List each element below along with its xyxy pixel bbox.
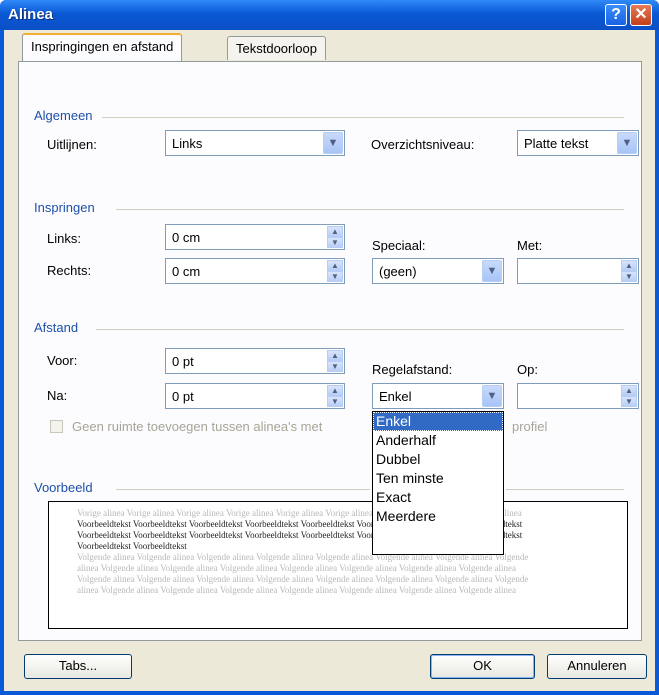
spinner-buttons[interactable]: ▲ ▼ — [621, 260, 637, 282]
na-value: 0 pt — [172, 389, 194, 404]
help-icon[interactable]: ? — [605, 4, 627, 26]
geen-ruimte-label-suffix: profiel — [512, 419, 548, 434]
preview-sample-line: Voorbeeldtekst Voorbeeldtekst Voorbeeldt… — [77, 530, 523, 540]
regelafstand-select[interactable]: Enkel ▼ — [372, 383, 504, 409]
spin-down-icon[interactable]: ▼ — [327, 237, 343, 248]
regelafstand-dropdown-list[interactable]: Enkel Anderhalf Dubbel Ten minste Exact … — [372, 411, 504, 555]
section-inspringen-heading: Inspringen — [34, 200, 95, 215]
title-bar: Alinea ? ✕ — [0, 0, 659, 30]
tabs-button[interactable]: Tabs... — [24, 654, 132, 679]
chevron-down-icon[interactable]: ▼ — [323, 132, 343, 154]
spin-up-icon[interactable]: ▲ — [327, 350, 343, 361]
spin-down-icon[interactable]: ▼ — [327, 271, 343, 282]
dropdown-option[interactable]: Anderhalf — [373, 431, 503, 450]
spin-up-icon[interactable]: ▲ — [327, 226, 343, 237]
voor-spinner[interactable]: 0 pt ▲ ▼ — [165, 348, 345, 374]
chevron-down-icon[interactable]: ▼ — [617, 132, 637, 154]
regelafstand-value: Enkel — [379, 389, 412, 404]
dialog-title: Alinea — [8, 6, 54, 23]
divider — [102, 117, 624, 118]
rechts-label: Rechts: — [47, 263, 92, 278]
speciaal-label: Speciaal: — [372, 238, 426, 253]
uitlijnen-label: Uitlijnen: — [47, 137, 97, 152]
overzichtsniveau-select[interactable]: Platte tekst ▼ — [517, 130, 639, 156]
dropdown-option[interactable]: Dubbel — [373, 450, 503, 469]
na-spinner[interactable]: 0 pt ▲ ▼ — [165, 383, 345, 409]
dialog-window: Alinea ? ✕ Inspringingen en afstand Teks… — [0, 0, 659, 695]
preview-next-paragraph: alinea Volgende alinea Volgende alinea V… — [77, 563, 517, 573]
preview-previous-paragraph: Vorige alinea Vorige alinea Vorige aline… — [77, 508, 522, 518]
spinner-buttons[interactable]: ▲ ▼ — [327, 350, 343, 372]
speciaal-select[interactable]: (geen) ▼ — [372, 258, 504, 284]
section-voorbeeld-heading: Voorbeeld — [34, 480, 93, 495]
links-value: 0 cm — [172, 230, 201, 245]
dropdown-option[interactable]: Enkel — [373, 412, 503, 431]
overzichtsniveau-value: Platte tekst — [524, 136, 589, 151]
chevron-down-icon[interactable]: ▼ — [482, 260, 502, 282]
rechts-value: 0 cm — [172, 264, 201, 279]
preview-sample-line: Voorbeeldtekst Voorbeeldtekst — [77, 541, 187, 551]
divider — [116, 209, 624, 210]
section-algemeen-heading: Algemeen — [34, 108, 93, 123]
section-afstand-heading: Afstand — [34, 320, 79, 335]
divider — [506, 489, 624, 490]
preview-next-paragraph: Volgende alinea Volgende alinea Volgende… — [77, 574, 529, 584]
close-icon[interactable]: ✕ — [630, 4, 652, 26]
op-label: Op: — [517, 362, 538, 377]
dropdown-option[interactable]: Meerdere — [373, 507, 503, 526]
regelafstand-label: Regelafstand: — [372, 362, 453, 377]
geen-ruimte-checkbox[interactable] — [50, 420, 63, 433]
na-label: Na: — [47, 388, 68, 403]
speciaal-value: (geen) — [379, 264, 417, 279]
spinner-buttons[interactable]: ▲ ▼ — [327, 226, 343, 248]
annuleren-button[interactable]: Annuleren — [547, 654, 647, 679]
voorbeeld-preview: Vorige alinea Vorige alinea Vorige aline… — [48, 501, 628, 629]
dropdown-option[interactable]: Exact — [373, 488, 503, 507]
spin-down-icon[interactable]: ▼ — [327, 361, 343, 372]
uitlijnen-value: Links — [172, 136, 203, 151]
spin-down-icon[interactable]: ▼ — [327, 396, 343, 407]
spin-up-icon[interactable]: ▲ — [621, 385, 637, 396]
overzichtsniveau-label: Overzichtsniveau: — [371, 137, 475, 152]
met-label: Met: — [517, 238, 543, 253]
spin-up-icon[interactable]: ▲ — [621, 260, 637, 271]
voor-label: Voor: — [47, 353, 78, 368]
op-spinner[interactable]: ▲ ▼ — [517, 383, 639, 409]
links-label: Links: — [47, 231, 81, 246]
preview-sample-line: Voorbeeldtekst Voorbeeldtekst Voorbeeldt… — [77, 519, 523, 529]
divider — [96, 329, 624, 330]
geen-ruimte-label: Geen ruimte toevoegen tussen alinea's me… — [72, 419, 323, 434]
tab-inspringingen-en-afstand[interactable]: Inspringingen en afstand — [22, 33, 183, 61]
dropdown-option[interactable]: Ten minste — [373, 469, 503, 488]
tab-tekstdoorloop[interactable]: Tekstdoorloop — [227, 36, 326, 60]
preview-next-paragraph: alinea Volgende alinea Volgende alinea V… — [77, 585, 517, 595]
spinner-buttons[interactable]: ▲ ▼ — [327, 385, 343, 407]
links-spinner[interactable]: 0 cm ▲ ▼ — [165, 224, 345, 250]
spinner-buttons[interactable]: ▲ ▼ — [621, 385, 637, 407]
voor-value: 0 pt — [172, 354, 194, 369]
ok-button[interactable]: OK — [430, 654, 535, 679]
spin-up-icon[interactable]: ▲ — [327, 260, 343, 271]
spin-up-icon[interactable]: ▲ — [327, 385, 343, 396]
uitlijnen-select[interactable]: Links ▼ — [165, 130, 345, 156]
divider — [116, 489, 370, 490]
spin-down-icon[interactable]: ▼ — [621, 396, 637, 407]
chevron-down-icon[interactable]: ▼ — [482, 385, 502, 407]
spinner-buttons[interactable]: ▲ ▼ — [327, 260, 343, 282]
rechts-spinner[interactable]: 0 cm ▲ ▼ — [165, 258, 345, 284]
spin-down-icon[interactable]: ▼ — [621, 271, 637, 282]
preview-next-paragraph: Volgende alinea Volgende alinea Volgende… — [77, 552, 529, 562]
met-spinner[interactable]: ▲ ▼ — [517, 258, 639, 284]
